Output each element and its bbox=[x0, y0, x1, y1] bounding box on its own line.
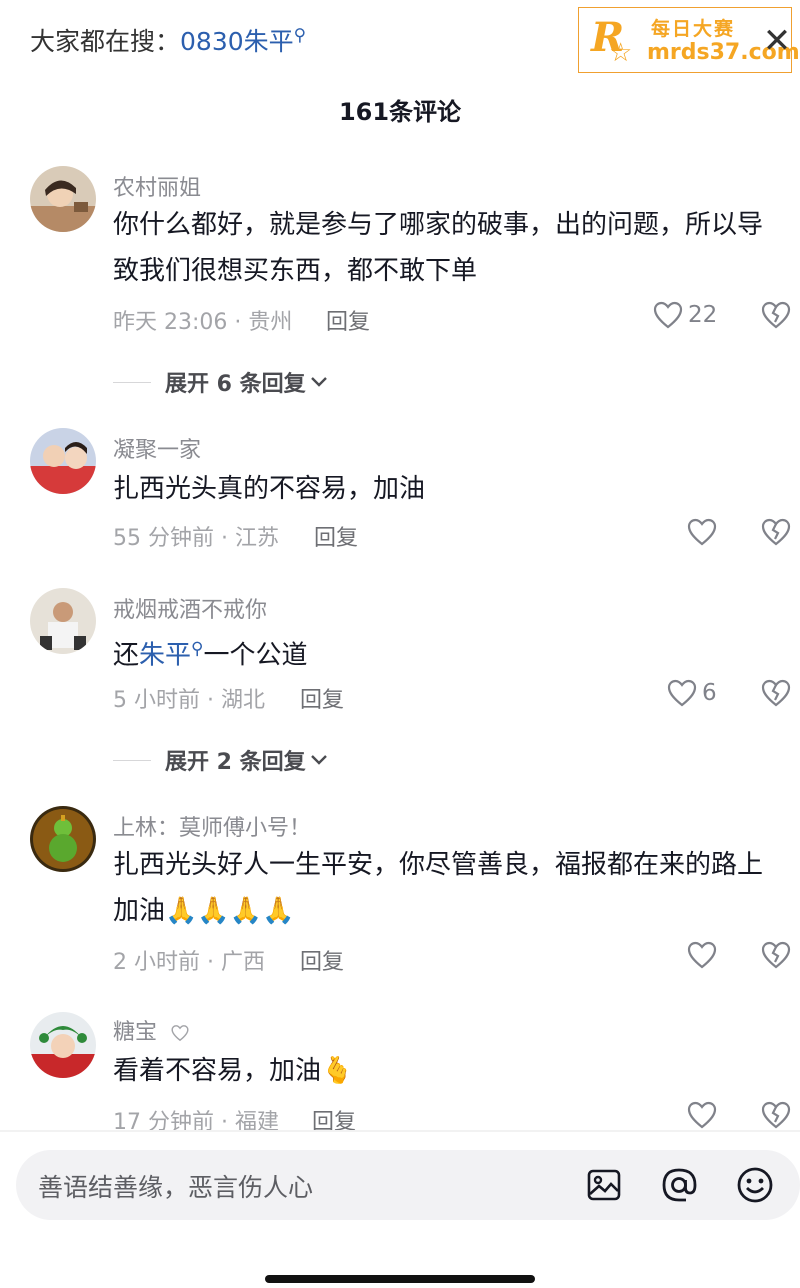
comment-username-text: 糖宝 bbox=[113, 1020, 158, 1045]
like-button[interactable]: 22 bbox=[652, 300, 717, 330]
search-suggestion-prefix: 大家都在搜： bbox=[30, 27, 181, 56]
comment-input[interactable]: 善语结善缘，恶言伤人心 bbox=[16, 1150, 800, 1220]
comment-time-location: 2 小时前 · 广西 bbox=[113, 950, 265, 975]
like-button[interactable] bbox=[686, 1100, 718, 1130]
heart-icon bbox=[686, 1100, 718, 1130]
reply-button[interactable]: 回复 bbox=[326, 304, 370, 336]
watermark-name: 每日大赛 bbox=[651, 18, 736, 40]
chevron-down-icon bbox=[310, 754, 328, 766]
comment-time-location: 5 小时前 · 湖北 bbox=[113, 688, 265, 713]
image-icon bbox=[586, 1167, 622, 1203]
comment-time-location: 55 分钟前 · 江苏 bbox=[113, 526, 279, 551]
chevron-down-icon bbox=[310, 376, 328, 388]
mention-button[interactable] bbox=[660, 1166, 698, 1204]
comment-text: 看着不容易，加油🫰 bbox=[113, 1056, 354, 1086]
close-button[interactable]: ✕ bbox=[758, 22, 796, 60]
broken-heart-icon bbox=[760, 940, 792, 970]
dislike-button[interactable] bbox=[760, 1100, 792, 1130]
heart-icon bbox=[686, 517, 718, 547]
smiley-icon bbox=[736, 1166, 774, 1204]
home-indicator[interactable] bbox=[265, 1275, 535, 1283]
broken-heart-icon bbox=[760, 300, 792, 330]
avatar[interactable] bbox=[30, 806, 96, 872]
comment-username[interactable]: 农村丽姐 bbox=[113, 170, 201, 202]
like-button[interactable]: 6 bbox=[666, 678, 717, 708]
expand-replies-label: 展开 2 条回复 bbox=[165, 750, 306, 775]
comment-text-part: 还 bbox=[113, 640, 140, 671]
comment-username[interactable]: 上林：莫师傅小号！ bbox=[113, 810, 311, 842]
dislike-button[interactable] bbox=[760, 517, 792, 547]
avatar[interactable] bbox=[30, 166, 96, 232]
comment-text-part: 一个公道 bbox=[203, 640, 308, 671]
dislike-button[interactable] bbox=[760, 940, 792, 970]
close-icon: ✕ bbox=[762, 21, 792, 61]
comment-text: 扎西光头好人一生平安，你尽管善良，福报都在来的路上加油🙏🙏🙏🙏 bbox=[113, 850, 764, 926]
heart-icon bbox=[652, 300, 684, 330]
broken-heart-icon bbox=[760, 1100, 792, 1130]
search-suggestion-keyword[interactable]: 0830朱平 bbox=[180, 27, 294, 56]
expand-replies-button[interactable]: 展开 2 条回复 bbox=[113, 744, 328, 776]
star-icon: ☆ bbox=[609, 38, 633, 68]
image-button[interactable] bbox=[586, 1167, 622, 1203]
expand-replies-label: 展开 6 条回复 bbox=[165, 372, 306, 397]
broken-heart-icon bbox=[760, 517, 792, 547]
comment-username[interactable]: 糖宝 bbox=[113, 1014, 190, 1046]
comment-input-placeholder: 善语结善缘，恶言伤人心 bbox=[38, 1173, 314, 1202]
divider bbox=[113, 381, 151, 383]
expand-replies-button[interactable]: 展开 6 条回复 bbox=[113, 366, 328, 398]
dislike-button[interactable] bbox=[760, 300, 792, 330]
comment-username[interactable]: 凝聚一家 bbox=[113, 432, 201, 464]
like-count: 22 bbox=[688, 302, 718, 328]
dislike-button[interactable] bbox=[760, 678, 792, 708]
at-icon bbox=[660, 1166, 698, 1204]
divider bbox=[113, 759, 151, 761]
like-button[interactable] bbox=[686, 940, 718, 970]
search-icon: ⚲ bbox=[293, 25, 307, 46]
comment-username[interactable]: 戒烟戒酒不戒你 bbox=[113, 592, 267, 624]
comment-keyword-link[interactable]: 朱平 bbox=[139, 641, 191, 671]
heart-icon bbox=[686, 940, 718, 970]
like-button[interactable] bbox=[686, 517, 718, 547]
heart-icon bbox=[170, 1024, 190, 1042]
comment-text: 扎西光头真的不容易，加油 bbox=[113, 474, 426, 504]
avatar[interactable] bbox=[30, 428, 96, 494]
reply-button[interactable]: 回复 bbox=[300, 944, 344, 976]
like-count: 6 bbox=[702, 680, 717, 706]
comment-count: 161条评论 bbox=[338, 98, 462, 126]
avatar[interactable] bbox=[30, 1012, 96, 1078]
broken-heart-icon bbox=[760, 678, 792, 708]
comment-text: 还朱平⚲一个公道 bbox=[113, 626, 772, 679]
search-icon: ⚲ bbox=[191, 639, 204, 659]
comment-time-location: 昨天 23:06 · 贵州 bbox=[113, 310, 293, 335]
reply-button[interactable]: 回复 bbox=[314, 520, 358, 552]
search-suggestion[interactable]: 大家都在搜：0830朱平⚲ bbox=[30, 22, 306, 58]
comment-text: 你什么都好，就是参与了哪家的破事，出的问题，所以导致我们很想买东西，都不敢下单 bbox=[113, 210, 764, 286]
emoji-button[interactable] bbox=[736, 1166, 774, 1204]
reply-button[interactable]: 回复 bbox=[300, 682, 344, 714]
avatar[interactable] bbox=[30, 588, 96, 654]
divider bbox=[0, 1130, 800, 1132]
heart-icon bbox=[666, 678, 698, 708]
